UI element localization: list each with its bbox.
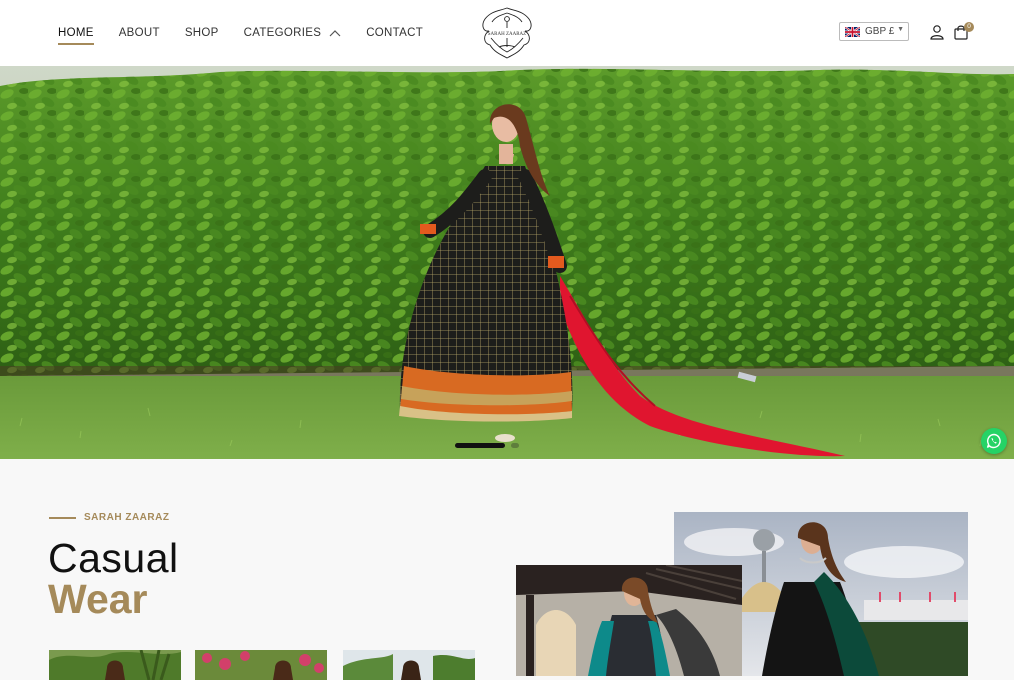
featured-photo-image xyxy=(516,565,742,676)
nav-home[interactable]: HOME xyxy=(58,27,94,45)
slider-dot-1[interactable] xyxy=(455,443,505,448)
whatsapp-icon xyxy=(986,433,1001,449)
hero-image xyxy=(0,66,1014,459)
nav-contact-label: CONTACT xyxy=(366,27,424,39)
nav-categories-label: CATEGORIES xyxy=(243,27,322,39)
nav-shop[interactable]: SHOP xyxy=(185,27,219,39)
currency-select[interactable]: GBP £ ▼ xyxy=(839,22,909,41)
section-heading-line2: Wear xyxy=(48,576,148,622)
brand-logo[interactable]: SARAH ZAARAZ xyxy=(477,5,537,61)
hero-slider xyxy=(0,66,1014,459)
user-icon[interactable] xyxy=(929,24,945,40)
whatsapp-button[interactable] xyxy=(981,428,1007,454)
featured-photo-medium[interactable] xyxy=(516,565,742,676)
nav-contact[interactable]: CONTACT xyxy=(366,27,423,39)
eyebrow-text: SARAH ZAARAZ xyxy=(84,512,170,523)
main-nav: HOME ABOUT SHOP CATEGORIES CONTACT xyxy=(58,0,448,66)
site-header: HOME ABOUT SHOP CATEGORIES CONTACT SARAH… xyxy=(0,0,1014,66)
section-heading-line1: Casual xyxy=(48,535,179,581)
nav-home-label: HOME xyxy=(58,27,94,39)
uk-flag-icon xyxy=(845,26,860,37)
nav-about-label: ABOUT xyxy=(118,27,160,39)
section-eyebrow: SARAH ZAARAZ xyxy=(49,512,169,523)
eyebrow-divider xyxy=(49,516,76,519)
currency-value: GBP £ xyxy=(865,26,895,37)
nav-about[interactable]: ABOUT xyxy=(119,27,160,39)
nav-categories[interactable]: CATEGORIES xyxy=(244,27,342,39)
slider-dots xyxy=(455,443,525,448)
casual-wear-section: SARAH ZAARAZ Casual Wear xyxy=(0,459,1014,680)
slider-dot-2[interactable] xyxy=(511,443,519,448)
chevron-up-icon xyxy=(329,30,341,37)
select-caret-icon: ▼ xyxy=(897,26,904,33)
cart-count-badge: 0 xyxy=(964,22,974,32)
logo-text: SARAH ZAARAZ xyxy=(488,32,526,37)
nav-shop-label: SHOP xyxy=(184,27,219,39)
